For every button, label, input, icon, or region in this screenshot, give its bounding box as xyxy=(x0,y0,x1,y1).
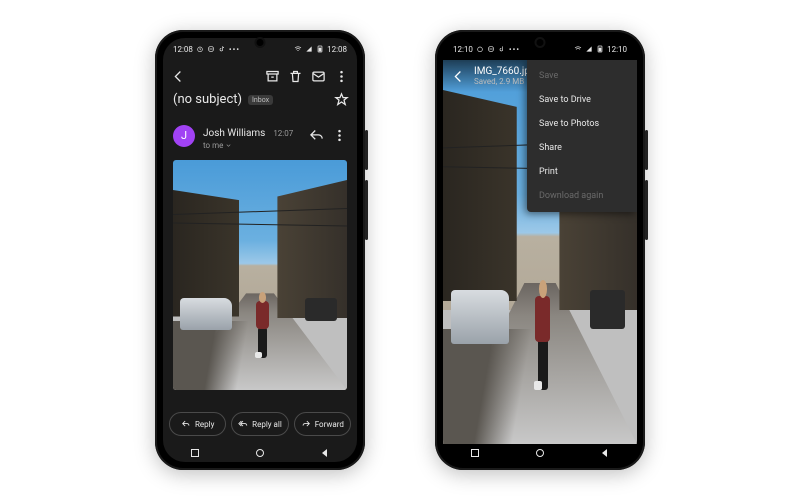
recipient-line[interactable]: to me xyxy=(203,141,223,150)
status-time: 12:10 xyxy=(453,45,473,54)
battery-icon xyxy=(316,45,324,53)
sender-time: 12:07 xyxy=(273,129,293,138)
forward-button[interactable]: Forward xyxy=(294,412,351,436)
wifi-icon xyxy=(294,45,302,53)
alarm-icon xyxy=(196,45,204,53)
reply-all-icon xyxy=(238,419,248,429)
status-time: 12:08 xyxy=(173,45,193,54)
archive-icon[interactable] xyxy=(265,69,280,84)
menu-download-again: Download again xyxy=(527,184,637,208)
sender-more-icon[interactable] xyxy=(332,128,347,143)
tiktok-icon xyxy=(498,45,506,53)
tiktok-icon xyxy=(218,45,226,53)
menu-share[interactable]: Share xyxy=(527,136,637,160)
email-header: (no subject) Inbox xyxy=(163,60,357,115)
reply-arrow-icon xyxy=(181,419,191,429)
menu-save: Save xyxy=(527,64,637,88)
action-bar: Reply Reply all Forward xyxy=(163,404,357,444)
status-clock-right: 12:08 xyxy=(327,45,347,54)
reply-button[interactable]: Reply xyxy=(169,412,226,436)
sender-name: Josh Williams xyxy=(203,128,265,139)
overflow-menu: Save Save to Drive Save to Photos Share … xyxy=(527,60,637,212)
back-icon[interactable] xyxy=(451,69,466,84)
signal-icon xyxy=(305,45,313,53)
menu-save-to-photos[interactable]: Save to Photos xyxy=(527,112,637,136)
reply-icon[interactable] xyxy=(309,128,324,143)
reply-all-button[interactable]: Reply all xyxy=(231,412,288,436)
signal-icon xyxy=(585,45,593,53)
nav-home[interactable] xyxy=(534,447,546,459)
back-icon[interactable] xyxy=(171,69,186,84)
nav-bar xyxy=(163,444,357,462)
delete-icon[interactable] xyxy=(288,69,303,84)
reply-label: Reply xyxy=(195,420,214,429)
nav-home[interactable] xyxy=(254,447,266,459)
dnd-icon xyxy=(207,45,215,53)
email-subject: (no subject) xyxy=(173,92,242,107)
inbox-badge[interactable]: Inbox xyxy=(248,95,273,105)
camera-punchhole xyxy=(257,39,264,46)
phone-left: 12:08 ••• 12:08 xyxy=(155,30,365,470)
attachment-image[interactable] xyxy=(173,160,347,390)
mail-icon[interactable] xyxy=(311,69,326,84)
nav-bar xyxy=(443,444,637,462)
alarm-icon xyxy=(476,45,484,53)
status-clock-right: 12:10 xyxy=(607,45,627,54)
chevron-down-icon[interactable] xyxy=(225,142,232,149)
more-icon[interactable] xyxy=(334,69,349,84)
avatar[interactable]: J xyxy=(173,125,195,147)
sender-row[interactable]: J Josh Williams 12:07 to me xyxy=(163,115,357,156)
phone-right: 12:10 ••• 12:10 xyxy=(435,30,645,470)
reply-all-label: Reply all xyxy=(252,420,282,429)
status-more: ••• xyxy=(509,45,520,54)
wifi-icon xyxy=(574,45,582,53)
menu-save-to-drive[interactable]: Save to Drive xyxy=(527,88,637,112)
dnd-icon xyxy=(487,45,495,53)
camera-punchhole xyxy=(537,39,544,46)
forward-label: Forward xyxy=(315,420,344,429)
nav-back[interactable] xyxy=(319,447,331,459)
status-more: ••• xyxy=(229,45,240,54)
email-body xyxy=(163,156,357,404)
battery-icon xyxy=(596,45,604,53)
nav-back[interactable] xyxy=(599,447,611,459)
nav-recent[interactable] xyxy=(189,447,201,459)
nav-recent[interactable] xyxy=(469,447,481,459)
star-icon[interactable] xyxy=(334,92,349,107)
forward-icon xyxy=(301,419,311,429)
menu-print[interactable]: Print xyxy=(527,160,637,184)
